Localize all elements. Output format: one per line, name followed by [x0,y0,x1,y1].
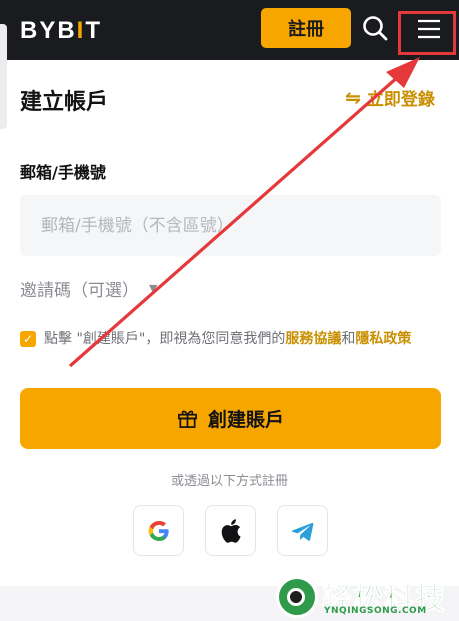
search-icon[interactable] [361,14,389,42]
apple-icon [221,518,241,543]
page: BYBIT 註冊 建立帳戶 ⇋ 立即登錄 郵箱/手機號 邀請碼（可選） ▼ ✓ … [0,0,459,621]
apple-signup-button[interactable] [205,505,256,556]
page-title: 建立帳戶 [20,90,109,115]
google-signup-button[interactable] [133,505,184,556]
create-account-label: 創建賬戶 [207,409,284,431]
terms-of-service-link[interactable]: 服務協議 [285,331,341,347]
login-link-label: 立即登錄 [366,90,435,110]
agreement-text: 點擊 "創建賬戶"，即視為您同意我們的服務協議和隱私政策 [44,328,411,351]
logo-text: BYB [20,17,77,44]
create-account-button[interactable]: 創建賬戶 [20,388,441,449]
privacy-policy-link[interactable]: 隱私政策 [355,331,411,347]
referral-code-label: 邀請碼（可選） [20,281,139,301]
left-edge-panel [0,24,7,129]
swap-arrows-icon: ⇋ [345,86,361,109]
gift-icon [178,410,197,428]
email-phone-input[interactable] [20,195,441,256]
agreement-conjunction: 和 [341,331,356,347]
agreement-prefix: 點擊 "創建賬戶"，即視為您同意我們的 [44,331,286,347]
agree-checkbox[interactable]: ✓ [20,331,36,347]
telegram-signup-button[interactable] [277,505,328,556]
caret-down-icon: ▼ [149,282,158,295]
watermark-url: YNQINGSONG.COM [324,606,427,616]
signup-card: 建立帳戶 ⇋ 立即登錄 郵箱/手機號 邀請碼（可選） ▼ ✓ 點擊 "創建賬戶"… [0,60,459,586]
bybit-logo[interactable]: BYBIT [20,17,102,45]
terms-agreement: ✓ 點擊 "創建賬戶"，即視為您同意我們的服務協議和隱私政策 [20,328,441,351]
logo-text-end: T [85,17,103,44]
referral-code-toggle[interactable]: 邀請碼（可選） ▼ [20,276,157,301]
alternative-signup-text: 或透過以下方式註冊 [170,474,288,489]
login-link[interactable]: ⇋ 立即登錄 [345,85,435,111]
telegram-icon [291,522,313,541]
annotation-highlight-box [398,11,456,55]
google-icon [148,520,169,541]
watermark-logo [276,576,318,618]
top-navigation-bar: BYBIT 註冊 [0,0,459,60]
email-phone-label: 郵箱/手機號 [20,163,106,182]
register-button[interactable]: 註冊 [261,8,351,48]
